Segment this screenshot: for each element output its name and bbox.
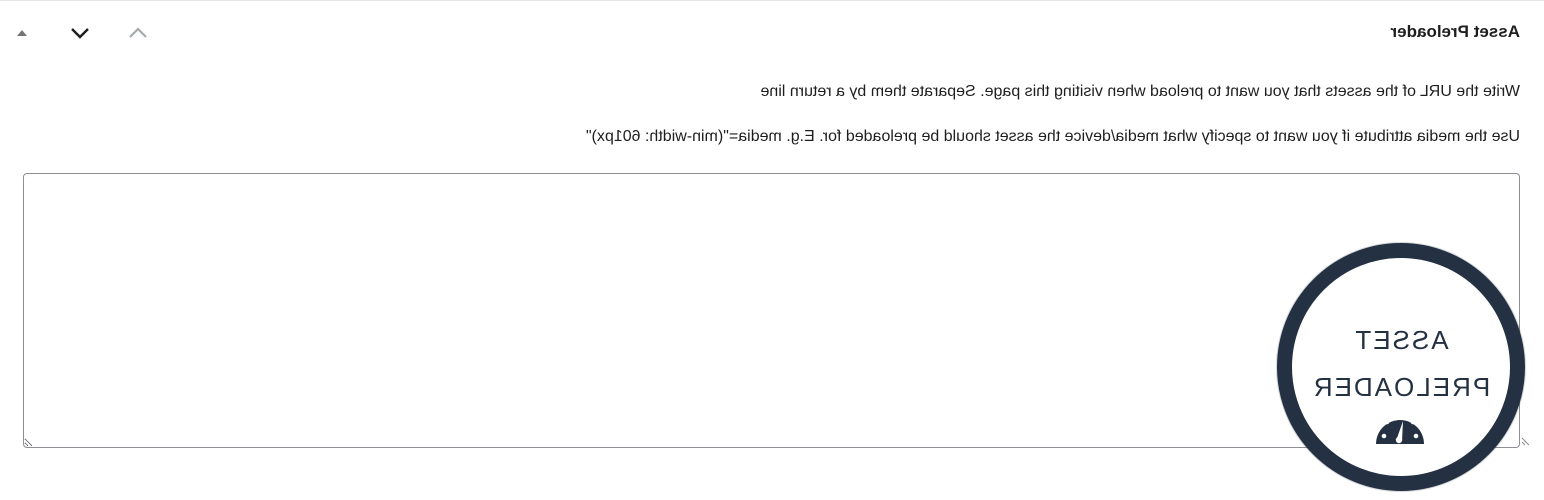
plugin-logo-badge: ASSET PRELOADER: [1277, 243, 1525, 491]
badge-line-2: PRELOADER: [1311, 372, 1491, 402]
move-down-button[interactable]: [62, 15, 98, 51]
panel-header[interactable]: Asset Preloader: [0, 1, 1544, 63]
description-line-2: Use the media attribute if you want to s…: [585, 128, 1520, 146]
move-up-button[interactable]: [120, 15, 156, 51]
asset-preloader-panel: Asset Preloader Write the URL of the ass…: [0, 0, 1544, 500]
panel-body: Write the URL of the assets that you wan…: [24, 81, 1520, 149]
resize-grip-icon[interactable]: [1521, 436, 1531, 446]
panel-controls: [0, 15, 150, 51]
chevron-down-icon: [71, 28, 89, 39]
description-line-1: Write the URL of the assets that you wan…: [760, 83, 1520, 100]
gauge-icon: [1376, 413, 1424, 444]
toggle-panel-button[interactable]: [4, 15, 40, 51]
chevron-up-icon: [129, 27, 147, 38]
mirrored-view: Asset Preloader Write the URL of the ass…: [0, 1, 1544, 500]
badge-line-1: ASSET: [1353, 325, 1449, 355]
panel-title: Asset Preloader: [1390, 22, 1520, 41]
triangle-up-icon: [17, 30, 27, 36]
